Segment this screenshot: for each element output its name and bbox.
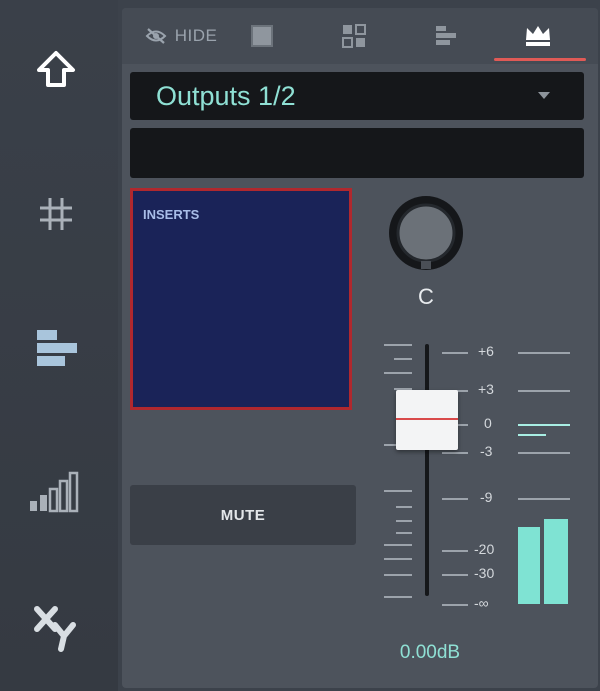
active-tab-indicator bbox=[494, 58, 586, 61]
scale-tick bbox=[442, 604, 468, 606]
scale-tick bbox=[442, 452, 468, 454]
channel-name-field[interactable] bbox=[130, 128, 584, 178]
pan-value: C bbox=[418, 284, 434, 309]
scale-tick bbox=[442, 550, 468, 552]
four-view-icon bbox=[342, 24, 366, 48]
tab-four-view[interactable] bbox=[332, 18, 376, 54]
scale-tick bbox=[384, 596, 412, 598]
level-meter-right bbox=[544, 519, 568, 604]
toolbar: HIDE bbox=[122, 8, 598, 64]
tab-crown[interactable] bbox=[516, 18, 560, 54]
meter-tick bbox=[518, 352, 570, 354]
fader-zero-line bbox=[396, 418, 458, 420]
signal-bars-icon bbox=[30, 471, 79, 513]
single-view-icon bbox=[251, 25, 273, 47]
sidebar-item-grid[interactable] bbox=[24, 184, 88, 244]
scale-tick bbox=[396, 532, 412, 534]
scale-tick bbox=[396, 520, 412, 522]
mixer-icon bbox=[37, 330, 77, 366]
channel-panel: HIDE Outputs 1/2 INSERTS MUTE C +6 +3 0 … bbox=[122, 8, 598, 688]
inserts-label: INSERTS bbox=[143, 207, 200, 222]
sidebar-item-home[interactable] bbox=[24, 40, 88, 100]
channel-strip-icon bbox=[436, 26, 456, 45]
scale-label: -3 bbox=[480, 443, 493, 459]
meter-tick bbox=[518, 498, 570, 500]
meter-tick bbox=[518, 390, 570, 392]
hide-label: HIDE bbox=[174, 26, 218, 45]
meter-peak-right bbox=[518, 434, 546, 436]
scale-tick bbox=[384, 344, 412, 346]
scale-label: -∞ bbox=[474, 595, 489, 611]
meter-tick bbox=[518, 452, 570, 454]
scale-label: -30 bbox=[474, 565, 495, 581]
pan-knob[interactable] bbox=[388, 195, 464, 271]
fader-track[interactable] bbox=[425, 344, 429, 596]
scale-tick bbox=[384, 544, 412, 546]
tab-single-view[interactable] bbox=[240, 18, 284, 54]
scale-tick bbox=[384, 490, 412, 492]
scale-label: +6 bbox=[478, 343, 494, 359]
tab-channel-strip[interactable] bbox=[424, 18, 468, 54]
scale-tick bbox=[394, 358, 412, 360]
xy-icon bbox=[34, 606, 76, 652]
grid-icon bbox=[40, 198, 72, 230]
scale-label: -20 bbox=[474, 541, 495, 557]
scale-tick bbox=[396, 506, 412, 508]
inserts-panel[interactable]: INSERTS bbox=[130, 188, 352, 410]
scale-label: +3 bbox=[478, 381, 494, 397]
volume-fader: +6 +3 0 -3 -9 -20 -30 -∞ bbox=[372, 328, 600, 618]
home-icon bbox=[37, 51, 75, 87]
scale-tick bbox=[384, 372, 412, 374]
scale-tick bbox=[442, 352, 468, 354]
volume-db-readout: 0.00dB bbox=[399, 642, 461, 663]
scale-label: 0 bbox=[484, 415, 492, 431]
mute-button[interactable]: MUTE bbox=[130, 485, 356, 545]
level-meter-left bbox=[518, 527, 540, 604]
scale-tick bbox=[384, 558, 412, 560]
sidebar-item-xy[interactable] bbox=[24, 598, 88, 658]
scale-tick bbox=[442, 574, 468, 576]
output-select[interactable]: Outputs 1/2 bbox=[130, 72, 584, 120]
fader-handle[interactable] bbox=[396, 390, 458, 450]
scale-tick bbox=[442, 498, 468, 500]
output-value: Outputs 1/2 bbox=[156, 81, 296, 111]
hide-button[interactable]: HIDE bbox=[136, 18, 226, 54]
meter-peak-left bbox=[518, 424, 570, 426]
chevron-down-icon bbox=[538, 92, 550, 99]
eye-slash-icon bbox=[145, 28, 167, 44]
crown-icon bbox=[526, 26, 550, 46]
scale-tick bbox=[384, 574, 412, 576]
scale-label: -9 bbox=[480, 489, 493, 505]
sidebar-item-mixer[interactable] bbox=[24, 318, 88, 378]
sidebar-item-levels[interactable] bbox=[24, 460, 88, 520]
sidebar bbox=[0, 0, 118, 691]
